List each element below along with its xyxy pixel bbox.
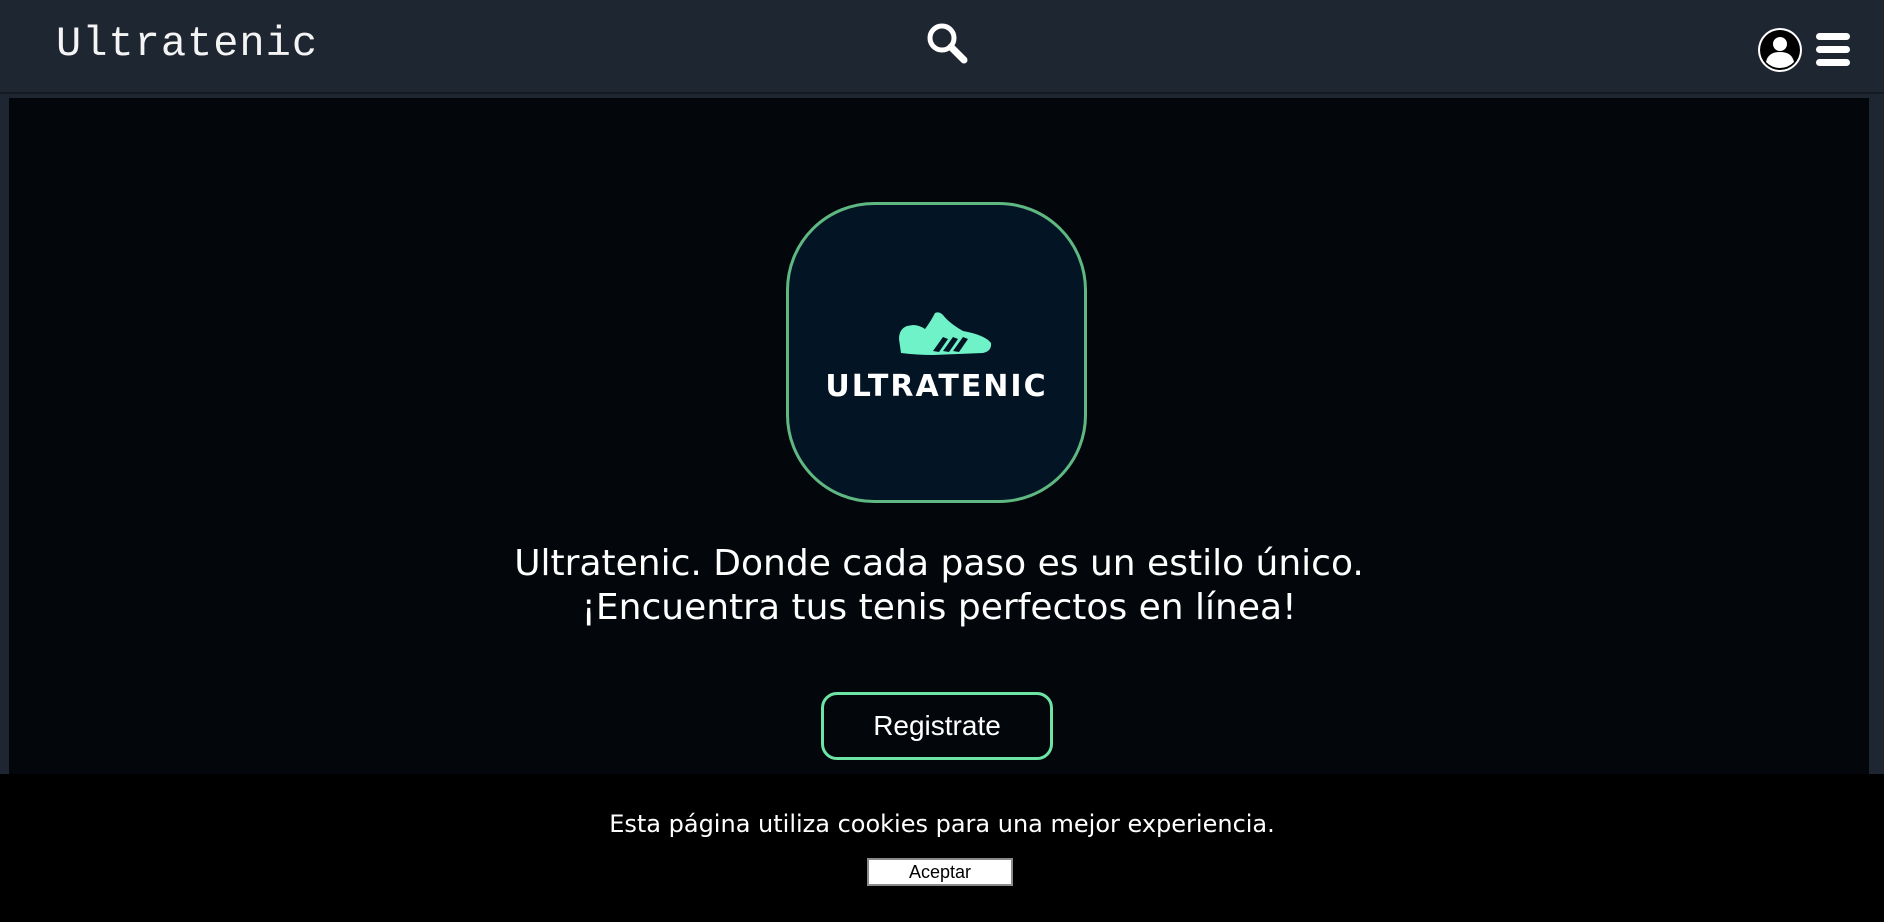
user-account-icon — [1758, 28, 1802, 72]
brand-title[interactable]: Ultratenic — [56, 20, 318, 68]
search-icon — [927, 23, 968, 64]
logo-wordmark: ULTRATENIC — [825, 369, 1048, 404]
logo-card: ULTRATENIC — [786, 202, 1087, 503]
tagline-line-2: ¡Encuentra tus tenis perfectos en línea! — [581, 587, 1297, 628]
cookie-banner: Esta página utiliza cookies para una mej… — [0, 774, 1884, 922]
search-button[interactable] — [923, 20, 971, 68]
register-button[interactable]: Registrate — [821, 692, 1053, 760]
cookie-message: Esta página utiliza cookies para una mej… — [609, 810, 1275, 838]
hero-tagline: Ultratenic. Donde cada paso es un estilo… — [9, 542, 1869, 630]
main-content: ULTRATENIC Ultratenic. Donde cada paso e… — [9, 98, 1869, 778]
page: Ultratenic ULTRATENIC Ultratenic. Donde … — [0, 0, 1884, 922]
sneaker-icon — [899, 312, 992, 355]
top-navbar: Ultratenic — [0, 0, 1884, 94]
accept-cookies-button[interactable]: Aceptar — [867, 858, 1013, 886]
hamburger-menu-icon — [1816, 33, 1850, 66]
user-account-button[interactable] — [1756, 26, 1804, 74]
tagline-line-1: Ultratenic. Donde cada paso es un estilo… — [514, 543, 1364, 584]
menu-button[interactable] — [1814, 30, 1852, 70]
